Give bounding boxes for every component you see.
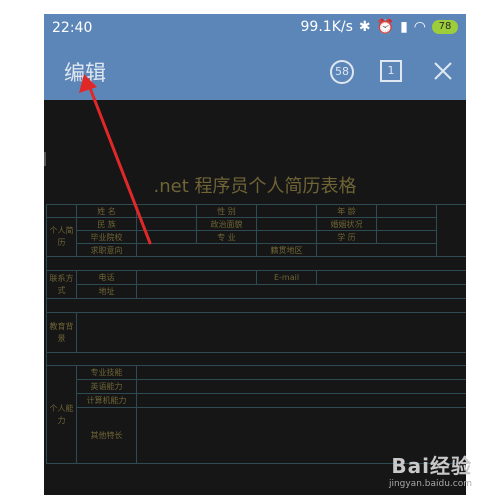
- annotation-arrow: [79, 74, 152, 245]
- watermark: Bai经验 jingyan.baidu.com: [389, 450, 472, 489]
- watermark-logo: Bai经验: [391, 454, 472, 478]
- watermark-url: jingyan.baidu.com: [388, 479, 472, 489]
